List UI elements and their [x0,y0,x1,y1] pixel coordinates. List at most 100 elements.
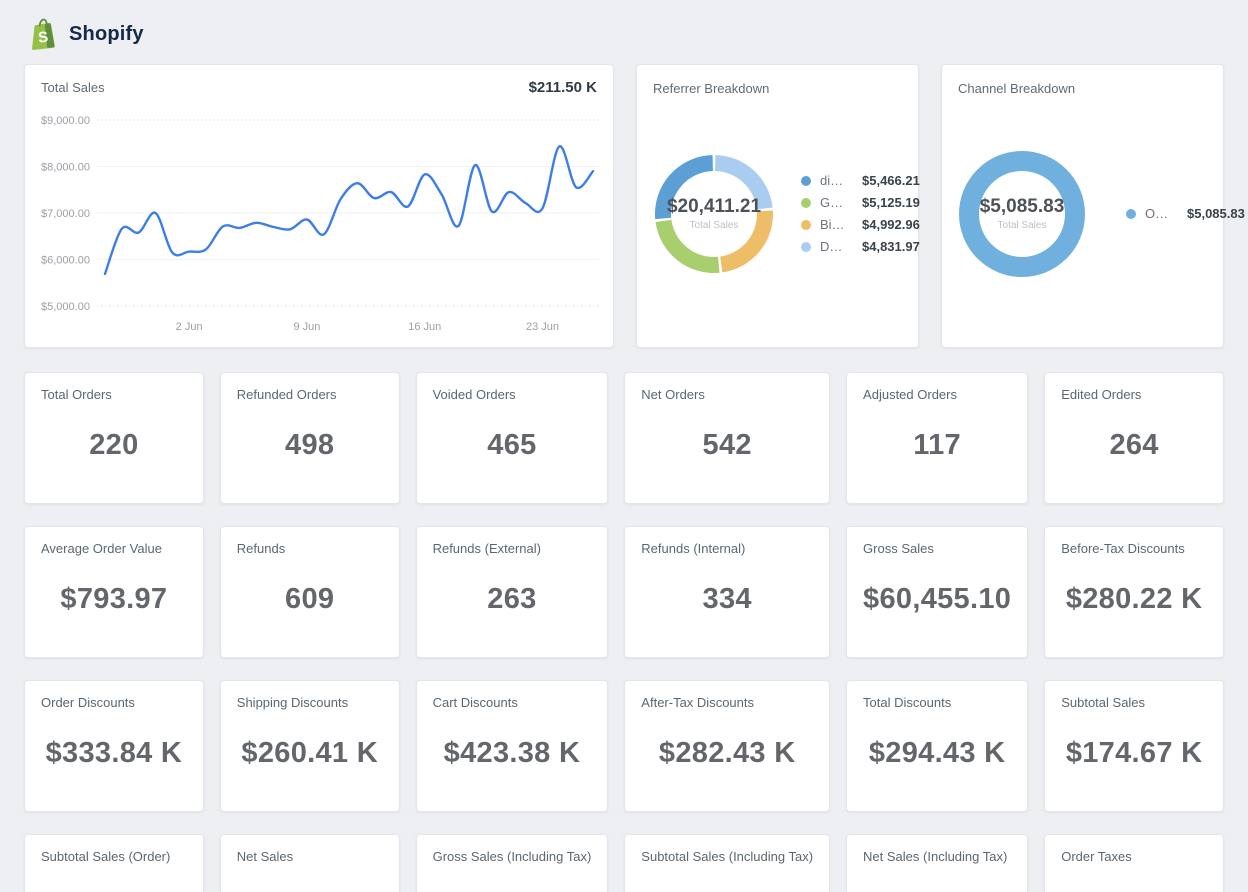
donut-segment[interactable] [969,161,1075,267]
legend-label: O… [1145,206,1175,221]
kpi-label: Net Sales (Including Tax) [863,849,1011,864]
referrer-breakdown-body: $20,411.21 Total Sales di…$5,466.21G…$5,… [653,96,902,331]
channel-donut-chart [958,150,1086,278]
total-sales-title: Total Sales [41,80,105,95]
top-charts-row: Total Sales $211.50 K $9,000.00$8,000.00… [24,64,1224,348]
kpi-value: 542 [641,402,813,489]
legend-value: $5,085.83 [1187,206,1245,221]
kpi-label: Total Orders [41,387,187,402]
kpi-card: Net Sales (Including Tax) [846,834,1028,892]
kpi-value: $60,455.10 [863,556,1011,643]
kpi-card: Shipping Discounts$260.41 K [220,680,400,812]
dashboard-page: S Shopify Total Sales $211.50 K $9,000.0… [0,0,1248,892]
kpi-label: Refunds (Internal) [641,541,813,556]
kpi-label: Subtotal Sales (Order) [41,849,187,864]
channel-breakdown-title: Channel Breakdown [958,81,1207,96]
svg-text:$8,000.00: $8,000.00 [41,162,90,174]
svg-text:16 Jun: 16 Jun [408,321,441,333]
svg-text:S: S [37,29,49,47]
legend-dot-icon [801,176,811,186]
referrer-legend: di… $5,466.21 G… $5,125.19 Bi… $4,992.96 D…$4,… [801,166,920,261]
kpi-label: Subtotal Sales [1061,695,1207,710]
kpi-value: 117 [863,402,1011,489]
kpi-label: Cart Discounts [433,695,592,710]
kpi-label: Total Discounts [863,695,1011,710]
donut-segment[interactable] [715,155,773,209]
kpi-card: Net Sales [220,834,400,892]
legend-value: $5,466.21 [862,173,920,188]
kpi-label: Shipping Discounts [237,695,383,710]
legend-item[interactable]: D…$4,831.97 [801,239,920,254]
channel-breakdown-card: Channel Breakdown $5,085.83 Total Sales … [941,64,1224,348]
kpi-value [433,864,592,892]
kpi-label: Refunds (External) [433,541,592,556]
legend-label: Bi… [820,217,850,232]
legend-label: di… [820,173,850,188]
kpi-card: Adjusted Orders117 [846,372,1028,504]
kpi-label: Average Order Value [41,541,187,556]
donut-segment[interactable] [656,219,720,272]
kpi-label: Order Taxes [1061,849,1207,864]
kpi-value: 609 [237,556,383,643]
legend-value: $4,992.96 [862,217,920,232]
svg-text:23 Jun: 23 Jun [526,321,559,333]
legend-value: $4,831.97 [862,239,920,254]
legend-item[interactable]: Bi… $4,992.96 [801,217,920,232]
kpi-label: Adjusted Orders [863,387,1011,402]
svg-text:$7,000.00: $7,000.00 [41,208,90,220]
kpi-value [863,864,1011,892]
kpi-label: Gross Sales [863,541,1011,556]
kpi-value: $793.97 [41,556,187,643]
svg-text:2 Jun: 2 Jun [176,321,203,333]
kpi-value: 334 [641,556,813,643]
kpi-label: Gross Sales (Including Tax) [433,849,592,864]
kpi-label: Subtotal Sales (Including Tax) [641,849,813,864]
referrer-donut-wrap: $20,411.21 Total Sales [653,153,775,275]
svg-text:$6,000.00: $6,000.00 [41,255,90,267]
donut-segment[interactable] [655,155,713,219]
kpi-card: Gross Sales$60,455.10 [846,526,1028,658]
kpi-card: Refunded Orders498 [220,372,400,504]
kpi-value [237,864,383,892]
kpi-label: Net Sales [237,849,383,864]
total-sales-summary-value: $211.50 K [529,79,597,96]
donut-segment[interactable] [720,210,773,272]
kpi-card: Net Orders542 [624,372,830,504]
legend-dot-icon [801,220,811,230]
kpi-card: After-Tax Discounts$282.43 K [624,680,830,812]
kpi-card: Cart Discounts$423.38 K [416,680,609,812]
legend-item[interactable]: O… $5,085.83 [1126,206,1245,221]
kpi-card: Refunds (External)263 [416,526,609,658]
channel-legend: O… $5,085.83 [1126,199,1245,228]
kpi-label: Net Orders [641,387,813,402]
channel-donut-wrap: $5,085.83 Total Sales [958,150,1086,278]
kpi-value: 498 [237,402,383,489]
total-sales-line-chart: $9,000.00$8,000.00$7,000.00$6,000.00$5,0… [41,96,599,336]
kpi-card: Refunds (Internal)334 [624,526,830,658]
kpi-value [1061,864,1207,892]
legend-value: $5,125.19 [862,195,920,210]
kpi-label: Order Discounts [41,695,187,710]
kpi-value [41,864,187,892]
kpi-label: After-Tax Discounts [641,695,813,710]
kpi-card: Before-Tax Discounts$280.22 K [1044,526,1224,658]
kpi-value: 220 [41,402,187,489]
kpi-card: Edited Orders264 [1044,372,1224,504]
legend-item[interactable]: G… $5,125.19 [801,195,920,210]
kpi-value: $260.41 K [237,710,383,797]
kpi-value: $294.43 K [863,710,1011,797]
svg-text:9 Jun: 9 Jun [293,321,320,333]
legend-label: G… [820,195,850,210]
kpi-label: Edited Orders [1061,387,1207,402]
kpi-card: Total Orders220 [24,372,204,504]
legend-item[interactable]: di… $5,466.21 [801,173,920,188]
kpi-card: Gross Sales (Including Tax) [416,834,609,892]
kpi-value [641,864,813,892]
kpi-value: $280.22 K [1061,556,1207,643]
legend-dot-icon [1126,209,1136,219]
referrer-donut-chart [653,153,775,275]
kpi-value: 264 [1061,402,1207,489]
kpi-card: Subtotal Sales (Order) [24,834,204,892]
total-sales-card: Total Sales $211.50 K $9,000.00$8,000.00… [24,64,614,348]
kpi-card: Refunds609 [220,526,400,658]
